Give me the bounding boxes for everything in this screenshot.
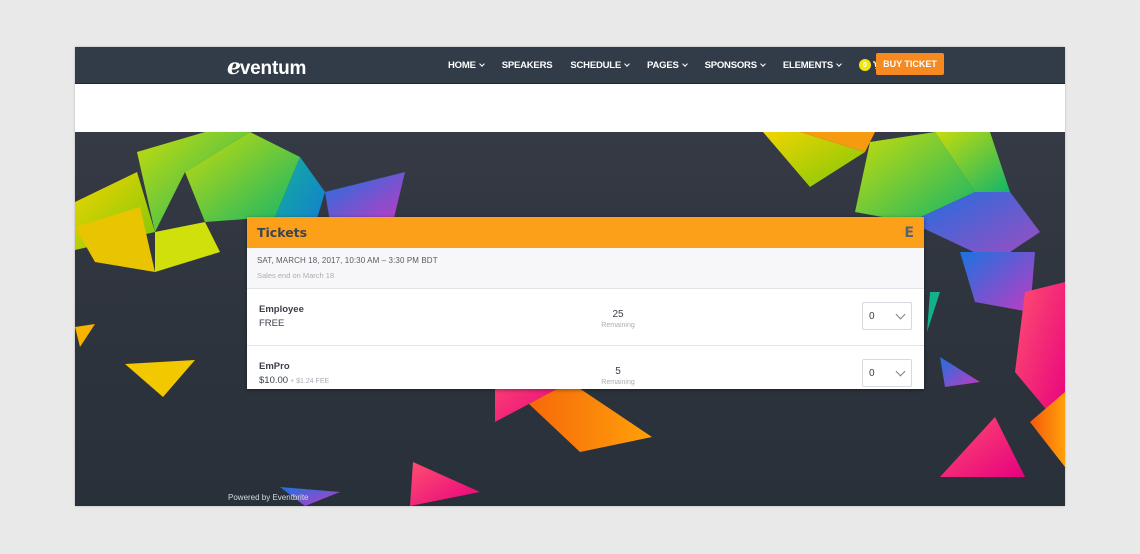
- polygon-shape: [325, 172, 405, 222]
- ticket-name: Employee: [259, 304, 304, 315]
- nav-speakers[interactable]: SPEAKERS: [502, 60, 553, 71]
- embed-header-band: [75, 84, 1065, 132]
- sales-end-text: Sales end on March 18: [257, 271, 335, 280]
- ticket-price: $10.00 + $1.24 FEE: [259, 375, 329, 386]
- chevron-down-icon: [624, 60, 630, 67]
- remaining-count: 5 Remaining: [588, 366, 648, 386]
- nav-label: HOME: [448, 59, 476, 71]
- polygon-shape: [75, 324, 95, 347]
- nav-pages[interactable]: PAGES: [647, 59, 688, 71]
- widget-title: Tickets: [257, 225, 308, 240]
- ticket-fee: + $1.24 FEE: [290, 378, 330, 385]
- main-nav: HOME SPEAKERS SCHEDULE PAGES SPONSORS EL…: [448, 47, 908, 83]
- nav-label: PAGES: [647, 59, 679, 71]
- nav-label: SCHEDULE: [570, 59, 622, 71]
- logo-text: ventum: [239, 58, 307, 79]
- polygon-shape: [410, 462, 480, 506]
- polygon-shape: [155, 222, 220, 272]
- tickets-widget: Tickets E SAT, MARCH 18, 2017, 10:30 AM …: [247, 217, 924, 389]
- quantity-select[interactable]: 0: [862, 359, 912, 387]
- nav-schedule[interactable]: SCHEDULE: [570, 59, 630, 71]
- top-navbar: eventum HOME SPEAKERS SCHEDULE PAGES SPO…: [75, 47, 1065, 84]
- selected-quantity: 0: [869, 310, 875, 322]
- buy-ticket-button[interactable]: BUY TICKET: [876, 53, 944, 75]
- nav-label: ELEMENTS: [782, 59, 833, 71]
- polygon-shape: [125, 360, 195, 397]
- nav-home[interactable]: HOME: [448, 59, 485, 71]
- event-date: SAT, MARCH 18, 2017, 10:30 AM – 3:30 PM …: [257, 256, 438, 265]
- nav-elements[interactable]: ELEMENTS: [782, 59, 842, 71]
- remaining-count: 25 Remaining: [588, 309, 648, 329]
- nav-sponsors[interactable]: SPONSORS: [704, 59, 766, 71]
- ticket-row: EmPro $10.00 + $1.24 FEE 5 Remaining 0: [247, 346, 924, 389]
- polygon-shape: [940, 357, 980, 387]
- chevron-down-icon: [895, 309, 906, 320]
- price-value: $10.00: [259, 375, 289, 386]
- polygon-shape: [927, 292, 940, 332]
- cart-count-badge: 0: [858, 59, 871, 71]
- nav-label: SPONSORS: [704, 59, 757, 71]
- eventbrite-logo-icon: E: [904, 224, 914, 241]
- ticket-row: Employee FREE 25 Remaining 0: [247, 289, 924, 346]
- widget-header: Tickets E: [247, 217, 924, 248]
- eventum-logo[interactable]: eventum: [227, 54, 306, 80]
- polygon-shape: [940, 417, 1025, 477]
- remaining-number: 25: [612, 309, 624, 320]
- chevron-down-icon: [760, 60, 766, 67]
- chevron-down-icon: [836, 60, 842, 67]
- logo-initial: e: [227, 54, 241, 80]
- remaining-number: 5: [615, 366, 621, 377]
- selected-quantity: 0: [869, 367, 875, 379]
- chevron-down-icon: [478, 60, 485, 67]
- remaining-label: Remaining: [601, 322, 635, 329]
- ticket-name: EmPro: [259, 361, 290, 372]
- quantity-select[interactable]: 0: [862, 302, 912, 330]
- event-date-section: SAT, MARCH 18, 2017, 10:30 AM – 3:30 PM …: [247, 248, 924, 289]
- chevron-down-icon: [895, 366, 906, 377]
- powered-by-eventbrite-link[interactable]: Powered by Eventbrite: [228, 493, 309, 502]
- ticket-price: FREE: [259, 318, 286, 329]
- page-frame: eventum HOME SPEAKERS SCHEDULE PAGES SPO…: [75, 47, 1065, 506]
- nav-label: SPEAKERS: [501, 59, 553, 71]
- chevron-down-icon: [681, 60, 688, 67]
- price-value: FREE: [259, 318, 285, 329]
- remaining-label: Remaining: [601, 379, 635, 386]
